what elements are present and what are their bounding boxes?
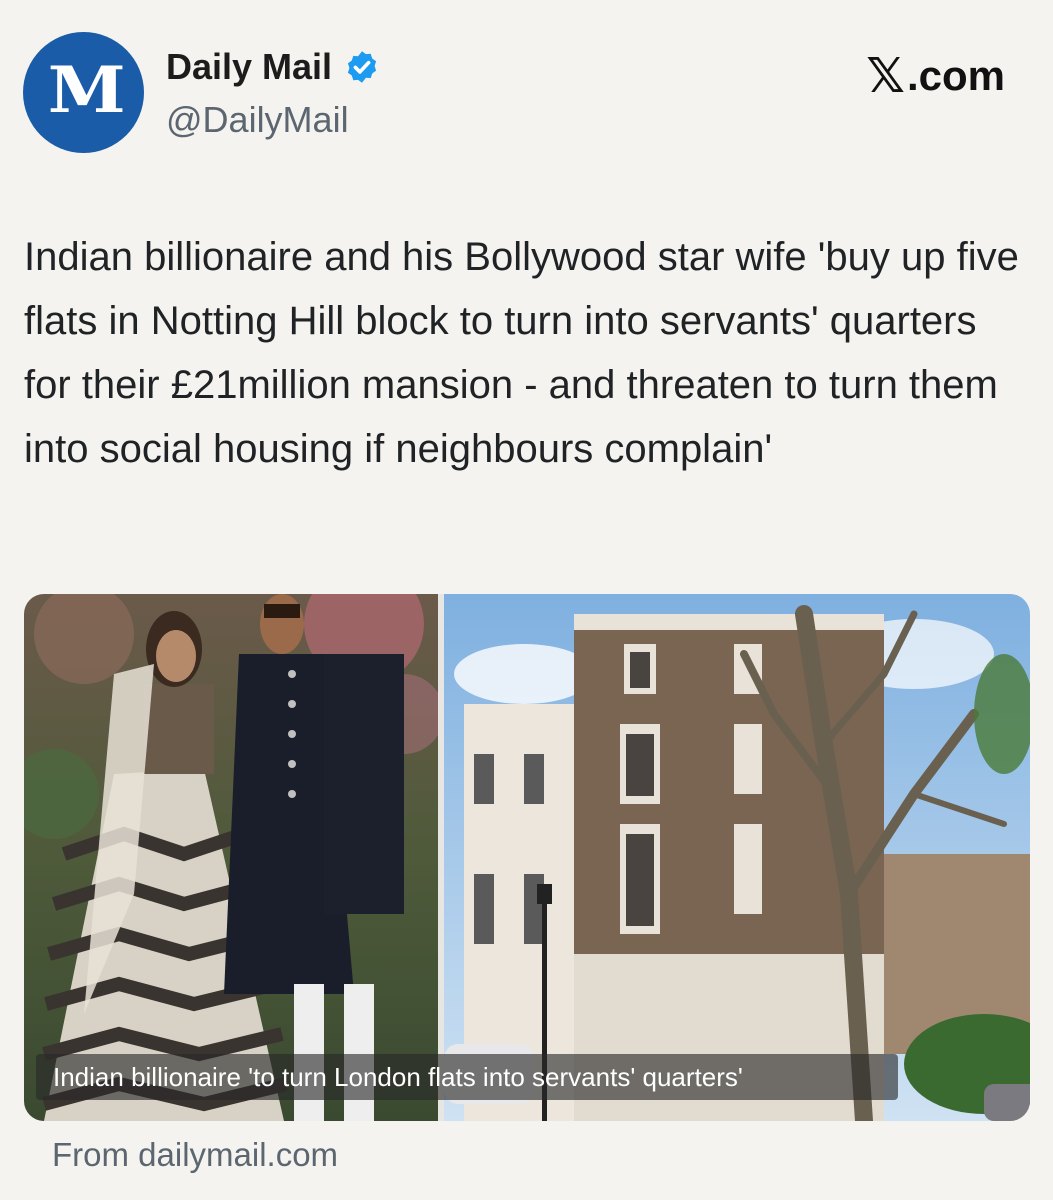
source-link[interactable]: From dailymail.com: [52, 1136, 338, 1174]
account-handle[interactable]: @DailyMail: [166, 99, 349, 141]
daily-mail-logo-icon: M: [47, 52, 126, 128]
verified-badge-icon: [347, 51, 377, 83]
image-caption-text: Indian billionaire 'to turn London flats…: [53, 1061, 743, 1092]
couple-photo: [24, 594, 438, 1121]
link-card-image[interactable]: Indian billionaire 'to turn London flats…: [24, 594, 1030, 1121]
x-com-logo: 𝕏 .com: [866, 48, 1005, 104]
building-photo: [444, 594, 1030, 1121]
x-logo-icon: 𝕏: [866, 50, 905, 103]
brand-domain: .com: [906, 52, 1005, 99]
tweet-text: Indian billionaire and his Bollywood sta…: [24, 235, 1019, 471]
account-name[interactable]: Daily Mail: [166, 46, 332, 88]
account-avatar[interactable]: M: [23, 32, 144, 153]
image-caption: Indian billionaire 'to turn London flats…: [36, 1054, 898, 1100]
account-name-row[interactable]: Daily Mail: [166, 46, 380, 88]
